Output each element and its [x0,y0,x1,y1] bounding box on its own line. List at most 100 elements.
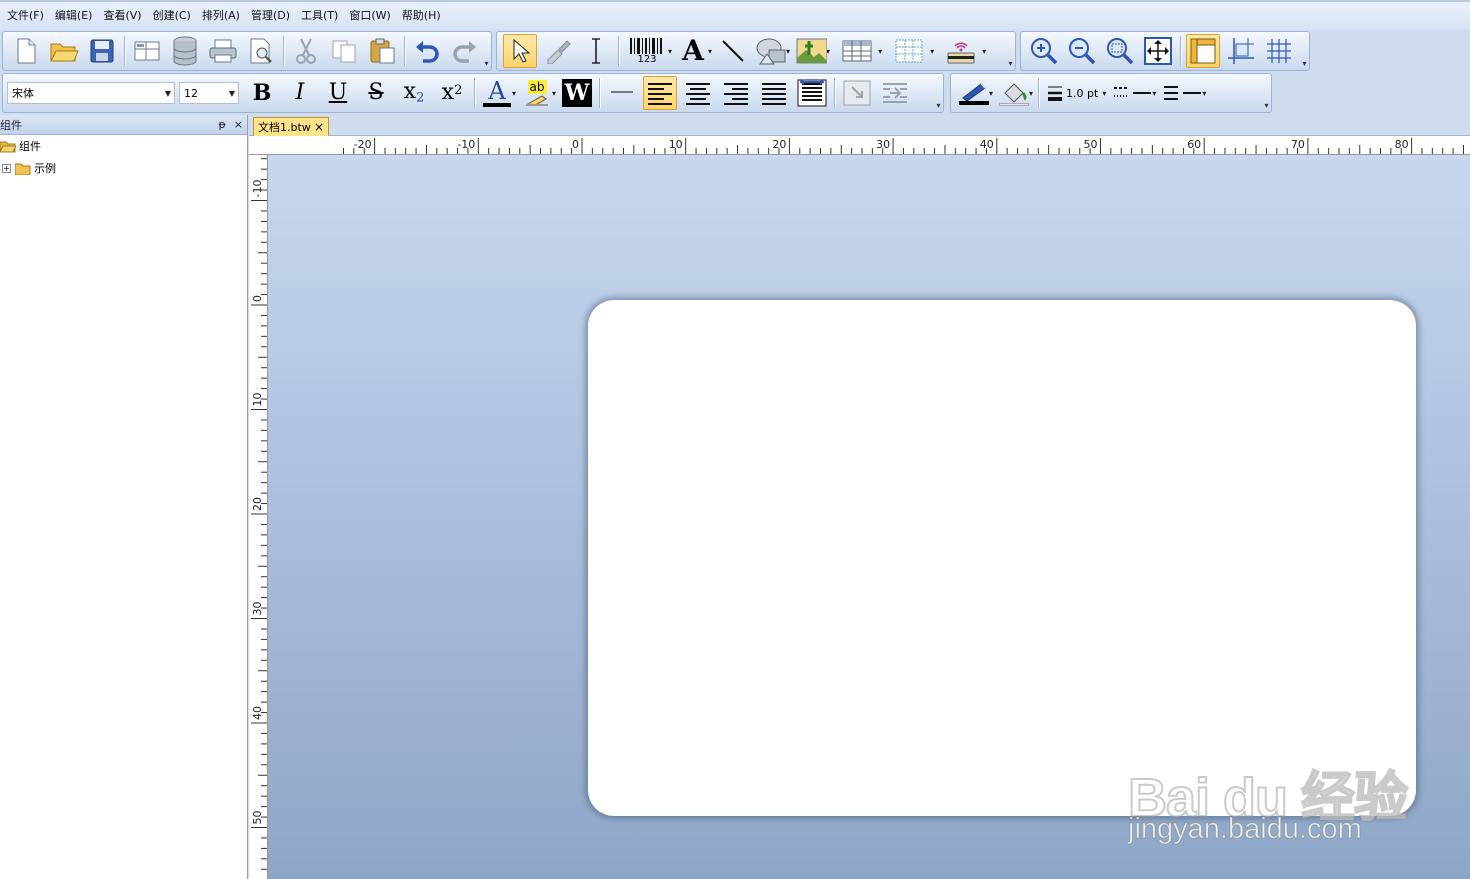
pin-icon[interactable]: ᵽ [218,118,225,131]
italic-button[interactable]: I [283,76,317,110]
tree-node-examples[interactable]: + 示例 [0,157,247,179]
pen-color-button[interactable] [957,76,991,110]
shape-tool-button[interactable] [754,34,788,68]
rfid-tool-button[interactable] [938,34,984,68]
database-button[interactable] [168,34,202,68]
grid-toggle-button[interactable] [1262,34,1296,68]
highlighter-icon: ab [524,80,550,106]
menu-edit[interactable]: 编辑(E) [52,2,101,30]
font-name-select[interactable]: 宋体 ▼ [7,82,175,104]
select-tool-button[interactable] [503,34,537,68]
format-painter-button[interactable] [541,34,575,68]
menu-manage[interactable]: 管理(D) [248,2,298,30]
undo-icon [416,41,439,63]
paste-button[interactable] [365,34,399,68]
ruler-label: 0 [572,138,579,151]
zoom-in-button[interactable] [1027,34,1061,68]
fit-page-button[interactable] [1141,34,1175,68]
bold-button[interactable]: B [245,76,279,110]
superscript-button[interactable]: x2 [435,76,469,110]
align-right-button[interactable] [719,76,753,110]
line-dash-button[interactable] [1110,76,1154,110]
copy-button[interactable] [327,34,361,68]
zoom-fit-button[interactable] [1103,34,1137,68]
font-size-select[interactable]: 12 ▼ [179,82,239,104]
zoom-in-icon [1031,38,1058,65]
font-color-icon: A [483,79,511,107]
subscript-button[interactable]: x2 [397,76,431,110]
expand-icon[interactable]: + [2,163,11,173]
toolbar-separator [834,78,836,108]
ruler-icon [1190,38,1216,64]
text-tool-button[interactable]: A [676,34,710,68]
distribute-button[interactable] [795,76,829,110]
snap-button[interactable] [1224,34,1258,68]
fill-color-button[interactable] [997,76,1031,110]
menu-arrange[interactable]: 排列(A) [199,2,248,30]
grid-tool-button[interactable] [886,34,932,68]
line-width-button[interactable]: 1.0 pt [1044,76,1104,110]
toolbar-overflow-icon[interactable]: ▾ [482,58,491,70]
align-left-button[interactable] [643,76,678,110]
cut-button[interactable] [289,34,323,68]
highlight-button[interactable]: ab [520,76,554,110]
open-button[interactable] [47,34,81,68]
menu-create[interactable]: 创建(C) [150,2,199,30]
vertical-ruler[interactable]: -10 0 10 20 30 40 50 [249,155,268,879]
ruler-toggle-button[interactable] [1186,34,1220,68]
toolbar-separator [474,78,475,108]
ruler-label: -20 [354,138,372,151]
print-button[interactable] [206,34,240,68]
text-cursor-tool-button[interactable] [579,34,613,68]
distribute-icon [797,79,827,107]
toolbar-overflow-icon[interactable]: ▾ [934,100,943,112]
picture-tool-button[interactable] [794,34,828,68]
page-setup-icon [134,41,160,61]
menu-window[interactable]: 窗口(W) [346,2,398,30]
underline-icon: U [328,80,348,105]
horizontal-ruler[interactable]: -20 -10 0 10 20 30 40 50 60 70 80 [249,136,1470,155]
tab-document1[interactable]: 文档1.btw × [253,117,329,136]
word-wrap-button[interactable]: W [560,76,594,110]
fit-text-button[interactable] [878,76,912,110]
underline-button[interactable]: U [321,76,355,110]
font-color-button[interactable]: A [480,76,514,110]
strikethrough-button[interactable]: S [359,76,393,110]
toolbar-overflow-icon[interactable]: ▾ [1300,58,1309,70]
line-tool-button[interactable] [716,34,750,68]
align-right-icon [724,83,749,105]
shrink-to-fit-button[interactable] [840,76,874,110]
font-name-value: 宋体 [12,87,34,100]
justify-button[interactable] [757,76,791,110]
objects-toolbar: 123 ▾ A ▾ ▾ ▾ ▾ ▾ ▾ ▾ [496,31,1016,71]
close-icon[interactable]: × [314,120,324,134]
print-preview-button[interactable] [244,34,278,68]
close-icon[interactable]: × [234,118,243,131]
undo-button[interactable] [410,34,444,68]
line-style-button[interactable] [605,76,639,110]
zoom-out-button[interactable] [1065,34,1099,68]
menu-help[interactable]: 帮助(H) [399,2,449,30]
line-type-button[interactable] [1160,76,1204,110]
barcode-tool-button[interactable]: 123 [624,34,670,68]
line-dash-icon [1114,87,1152,97]
ruler-label: 10 [251,393,264,407]
table-tool-button[interactable] [834,34,880,68]
toolbar-overflow-icon[interactable]: ▾ [1006,58,1015,70]
rfid-icon [947,42,975,64]
ruler-label: 70 [1291,138,1305,151]
design-canvas[interactable]: Bai du 经验 jingyan.baidu.com [268,155,1470,879]
align-center-button[interactable] [681,76,715,110]
picture-icon [796,38,828,64]
menu-tools[interactable]: 工具(T) [298,2,346,30]
label-page[interactable] [588,300,1416,816]
toolbar-overflow-icon[interactable]: ▾ [1262,100,1271,112]
page-setup-button[interactable] [130,34,164,68]
new-button[interactable] [9,34,43,68]
barcode-icon: 123 [629,37,665,65]
menu-file[interactable]: 文件(F) [4,2,52,30]
redo-button[interactable] [448,34,482,68]
save-button[interactable] [85,34,119,68]
tree-node-components[interactable]: 组件 [0,135,247,157]
menu-view[interactable]: 查看(V) [100,2,149,30]
